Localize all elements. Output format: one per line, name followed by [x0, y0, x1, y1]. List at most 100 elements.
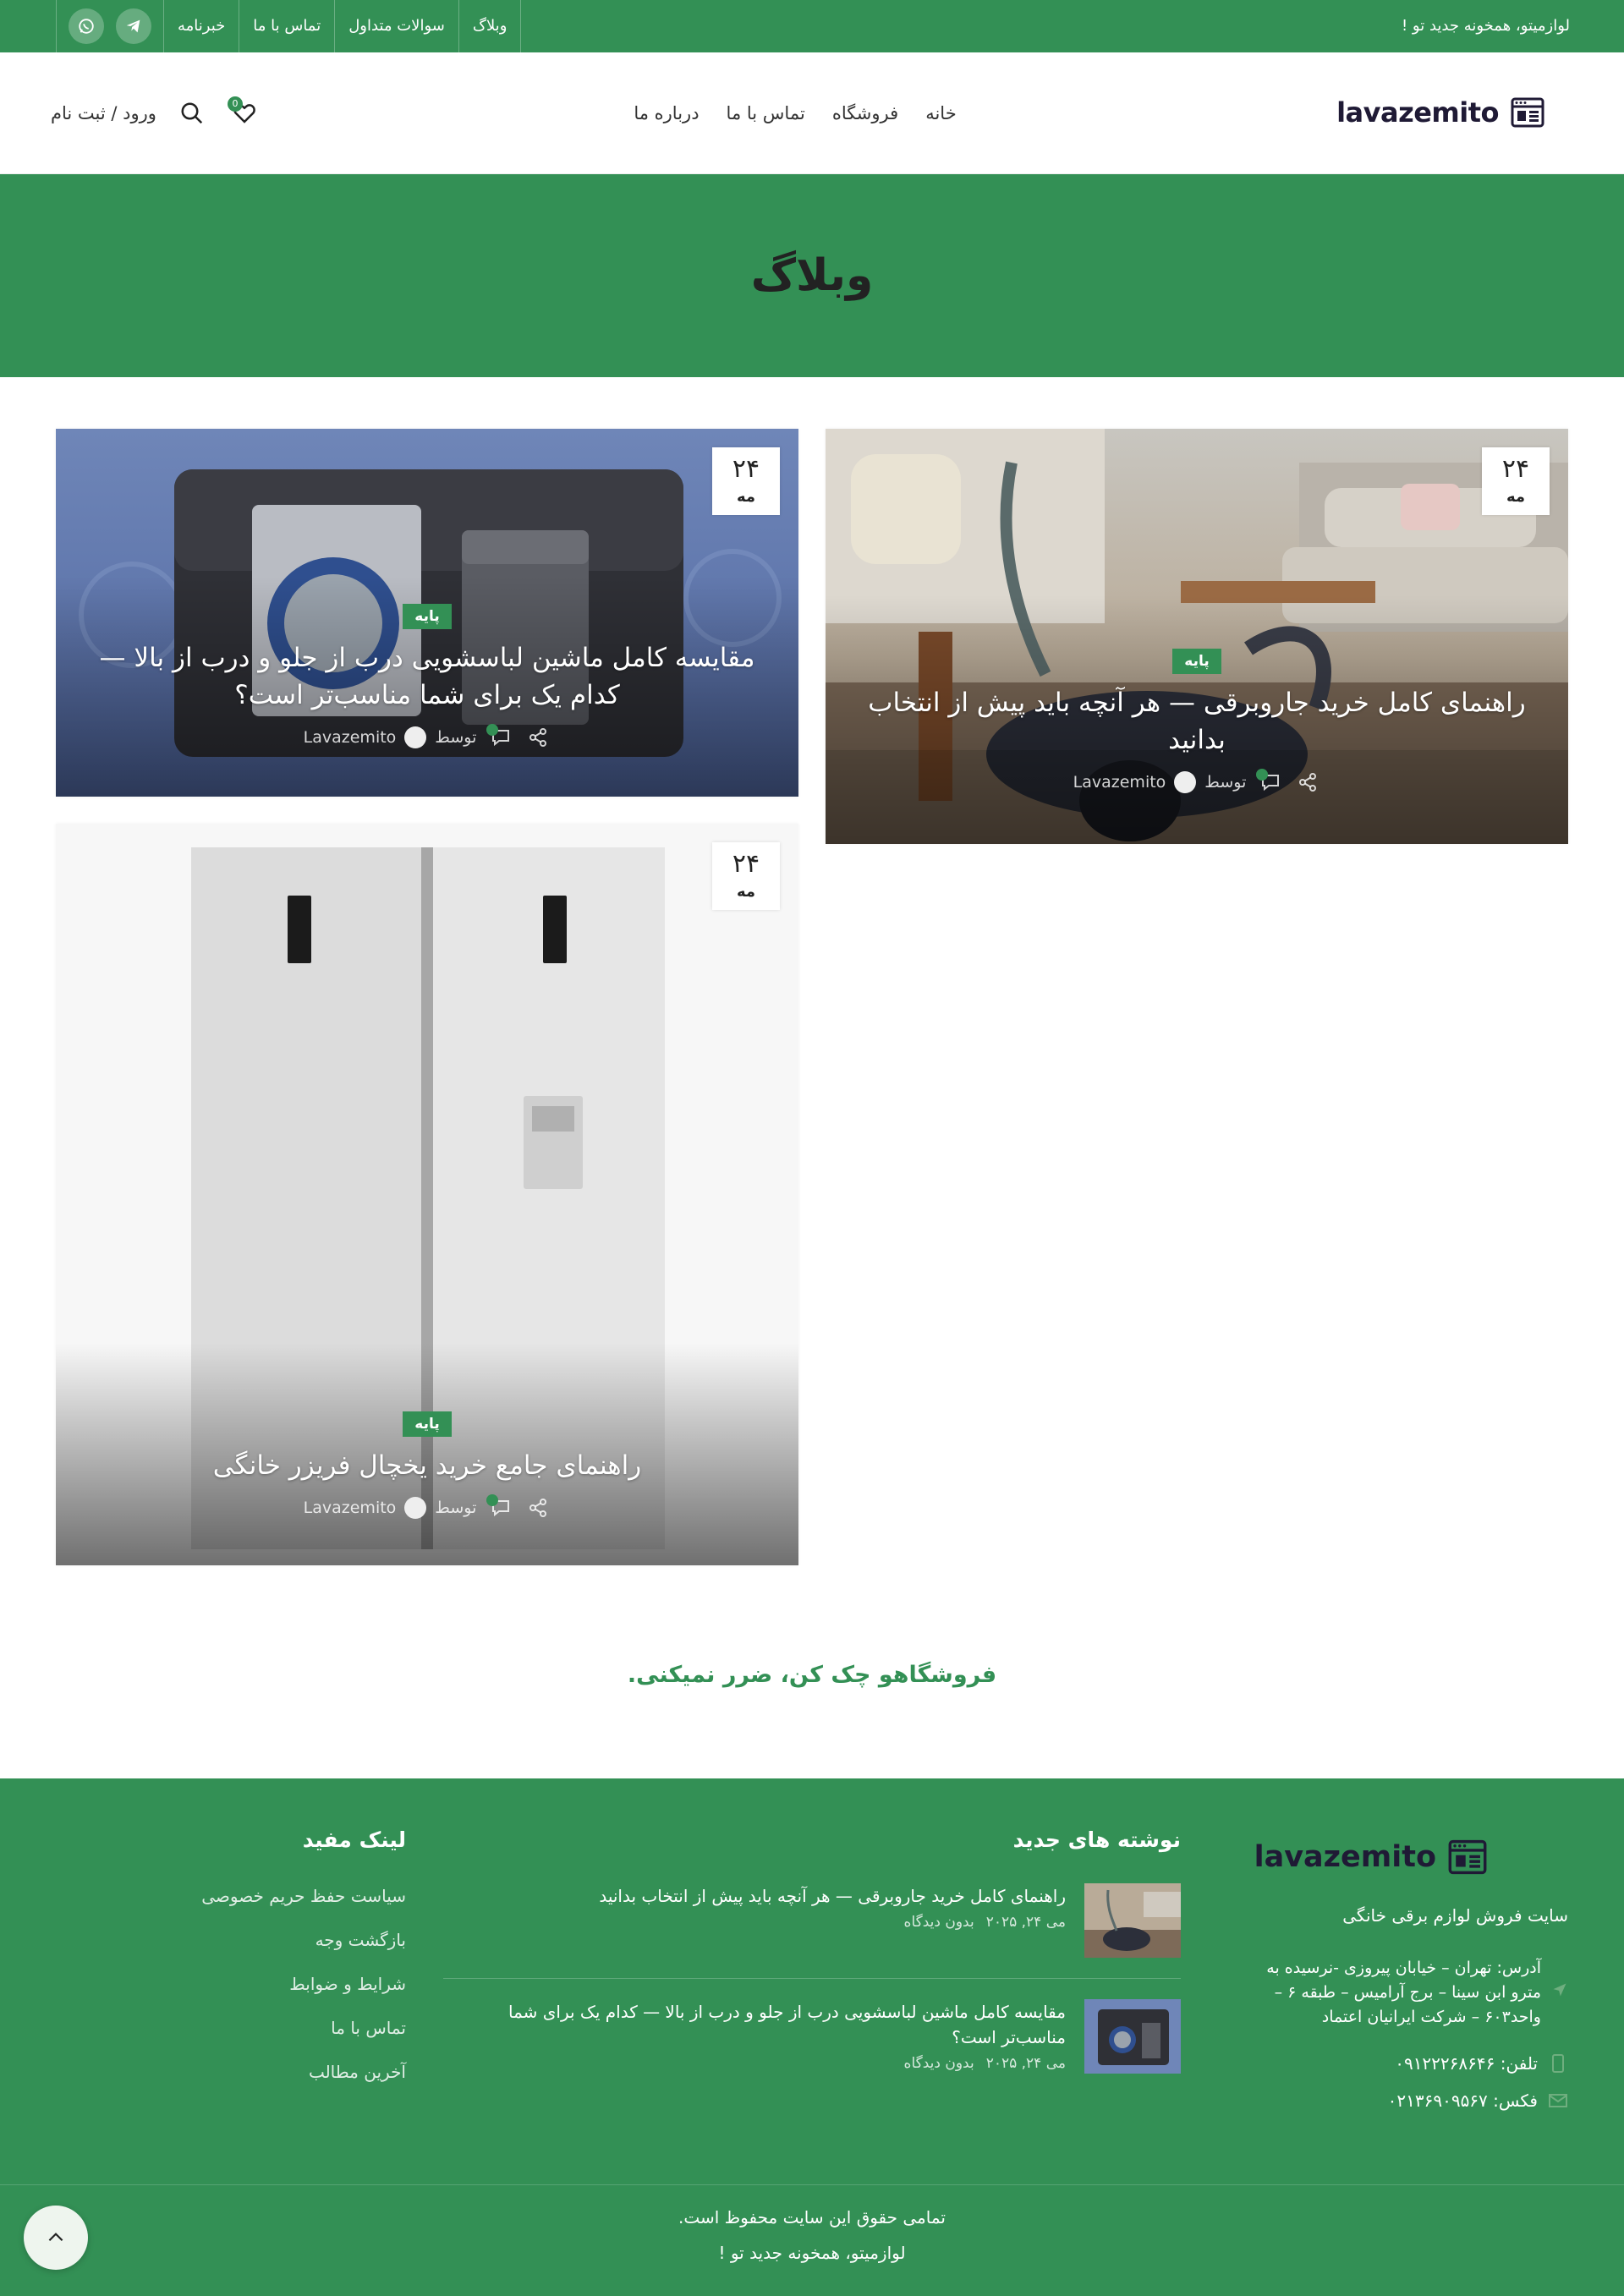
nav-home[interactable]: خانه — [925, 103, 956, 123]
recent-post-thumb[interactable] — [1084, 1883, 1181, 1958]
nav-shop[interactable]: فروشگاه — [832, 103, 898, 123]
nav-about[interactable]: درباره ما — [634, 103, 699, 123]
post-by-label: توسط — [435, 1499, 477, 1517]
toplink-newsletter[interactable]: خبرنامه — [163, 0, 239, 52]
post-by-label: توسط — [435, 728, 477, 747]
footer-link-contact[interactable]: تماس با ما — [169, 2006, 406, 2050]
recent-post-meta: می ۲۴, ۲۰۲۵ بدون دیدگاه — [443, 1914, 1066, 1931]
fax-icon — [1548, 2093, 1568, 2108]
post-info: پایه مقایسه کامل ماشین لباسشویی درب از ج… — [81, 604, 773, 749]
recent-post-comments: بدون دیدگاه — [903, 1914, 974, 1931]
post-date-day: ۲۴ — [732, 849, 760, 879]
post-card-washing-machine[interactable]: ۲۴ مه پایه مقایسه کامل ماشین لباسشویی در… — [56, 429, 798, 797]
comment-icon[interactable] — [486, 724, 513, 749]
footer-recent-posts: نوشته های جدید راهنمای کامل خرید جاروبرق… — [443, 1778, 1181, 2074]
comment-icon[interactable] — [1256, 769, 1283, 794]
post-title[interactable]: راهنمای جامع خرید یخچال فریزر خانگی — [81, 1447, 773, 1484]
page-title: وبلاگ — [750, 250, 874, 301]
phone-icon — [1548, 2054, 1568, 2073]
whatsapp-icon[interactable] — [69, 8, 104, 44]
post-date-day: ۲۴ — [1501, 454, 1530, 484]
post-author[interactable]: Lavazemito — [1073, 773, 1166, 792]
post-author[interactable]: Lavazemito — [304, 728, 397, 747]
top-bar: لوازمیتو، همخونه جدید تو ! خبرنامه تماس … — [0, 0, 1624, 52]
recent-post-comments: بدون دیدگاه — [903, 2055, 974, 2072]
footer-address-text: آدرس: تهران – خیابان پیروزی -نرسیده به م… — [1266, 1959, 1541, 2026]
footer-recent-title: نوشته های جدید — [1012, 1827, 1181, 1852]
post-date-month: مه — [736, 883, 756, 901]
footer-phone: تلفن: ۰۹۱۲۲۲۶۸۶۴۶ — [1395, 2053, 1568, 2074]
nav-contact[interactable]: تماس با ما — [727, 103, 805, 123]
post-date: ۲۴ مه — [1482, 447, 1550, 515]
post-date: ۲۴ مه — [712, 842, 780, 910]
promo-text: فروشگاهو چک کن، ضرر نمیکنی. — [627, 1662, 997, 1688]
footer-link-refund[interactable]: بازگشت وجه — [169, 1918, 406, 1962]
telegram-icon[interactable] — [116, 8, 151, 44]
top-tagline: لوازمیتو، همخونه جدید تو ! — [1401, 17, 1570, 35]
header-tools: ورود / ثبت نام 0 — [51, 95, 261, 132]
author-avatar — [1174, 771, 1197, 793]
post-meta: توسط Lavazemito — [81, 1494, 773, 1520]
recent-post-date: می ۲۴, ۲۰۲۵ — [985, 2055, 1066, 2072]
chevron-up-icon — [48, 2233, 63, 2242]
post-date-month: مه — [1506, 488, 1526, 506]
post-date: ۲۴ مه — [712, 447, 780, 515]
footer-logo-text: lavazemito — [1254, 1840, 1436, 1874]
recent-post-thumb[interactable] — [1084, 1999, 1181, 2074]
footer-phone-text[interactable]: تلفن: ۰۹۱۲۲۲۶۸۶۴۶ — [1395, 2053, 1538, 2074]
scroll-to-top-button[interactable] — [24, 2206, 88, 2270]
footer-link-privacy[interactable]: سیاست حفظ حریم خصوصی — [169, 1874, 406, 1918]
recent-post-meta: می ۲۴, ۲۰۲۵ بدون دیدگاه — [443, 2055, 1066, 2072]
footer-bottom-bar: تمامی حقوق این سایت محفوظ است. لوازمیتو،… — [0, 2184, 1624, 2296]
recent-post-title[interactable]: مقایسه کامل ماشین لباسشویی درب از جلو و … — [443, 1999, 1066, 2050]
post-category[interactable]: پایه — [403, 1411, 452, 1437]
top-links: خبرنامه تماس با ما سوالات متداول وبلاگ — [56, 0, 522, 52]
post-info: پایه راهنمای کامل خرید جاروبرقی — هر آنچ… — [851, 649, 1543, 794]
site-footer: lavazemito سایت فروش لوازم برقی خانگی آد… — [0, 1778, 1624, 2296]
post-title[interactable]: راهنمای کامل خرید جاروبرقی — هر آنچه بای… — [851, 684, 1543, 759]
footer-fax: فکس: ۰۲۱۳۶۹۰۹۵۶۷ — [1388, 2091, 1568, 2111]
page-title-band: وبلاگ — [0, 174, 1624, 377]
recent-post-item[interactable]: مقایسه کامل ماشین لباسشویی درب از جلو و … — [443, 1999, 1181, 2074]
comment-icon[interactable] — [486, 1494, 513, 1520]
author-avatar — [404, 726, 427, 748]
post-by-label: توسط — [1204, 773, 1247, 792]
location-icon — [1551, 1956, 1568, 2030]
footer-useful-links: لینک مفید سیاست حفظ حریم خصوصی بازگشت وج… — [169, 1778, 406, 2094]
recent-post-divider — [443, 1978, 1181, 1979]
social-icons — [56, 0, 163, 52]
author-avatar — [404, 1497, 427, 1519]
post-date-month: مه — [736, 488, 756, 506]
footer-fax-text[interactable]: فکس: ۰۲۱۳۶۹۰۹۵۶۷ — [1388, 2091, 1538, 2111]
post-category[interactable]: پایه — [403, 604, 452, 629]
post-author[interactable]: Lavazemito — [304, 1499, 397, 1517]
footer-slogan: لوازمیتو، همخونه جدید تو ! — [718, 2243, 906, 2263]
share-icon[interactable] — [525, 1496, 551, 1520]
copyright-text: تمامی حقوق این سایت محفوظ است. — [678, 2207, 946, 2228]
post-category[interactable]: پایه — [1172, 649, 1221, 674]
post-meta: توسط Lavazemito — [851, 769, 1543, 794]
footer-description: سایت فروش لوازم برقی خانگی — [1342, 1905, 1568, 1926]
toplink-contact[interactable]: تماس با ما — [239, 0, 334, 52]
recent-post-item[interactable]: راهنمای کامل خرید جاروبرقی — هر آنچه بای… — [443, 1883, 1181, 1958]
login-register-link[interactable]: ورود / ثبت نام — [51, 103, 156, 123]
footer-logo[interactable]: lavazemito — [1254, 1839, 1487, 1875]
footer-link-latest[interactable]: آخرین مطالب — [169, 2050, 406, 2094]
post-card-vacuum[interactable]: ۲۴ مه پایه راهنمای کامل خرید جاروبرقی — … — [826, 429, 1568, 844]
toplink-blog[interactable]: وبلاگ — [458, 0, 522, 52]
recent-post-title[interactable]: راهنمای کامل خرید جاروبرقی — هر آنچه بای… — [443, 1883, 1066, 1909]
post-info: پایه راهنمای جامع خرید یخچال فریزر خانگی… — [81, 1411, 773, 1520]
search-icon[interactable] — [175, 96, 209, 130]
wishlist-icon[interactable]: 0 — [227, 96, 261, 130]
footer-link-terms[interactable]: شرایط و ضوابط — [169, 1962, 406, 2006]
share-icon[interactable] — [525, 726, 551, 749]
footer-links-title: لینک مفید — [302, 1827, 406, 1852]
toplink-faq[interactable]: سوالات متداول — [334, 0, 458, 52]
post-title[interactable]: مقایسه کامل ماشین لباسشویی درب از جلو و … — [81, 639, 773, 714]
wishlist-count: 0 — [227, 96, 243, 112]
post-date-day: ۲۴ — [732, 454, 760, 484]
site-header: lavazemito خانه فروشگاه تماس با ما دربار… — [0, 52, 1624, 174]
post-card-refrigerator[interactable]: ۲۴ مه پایه راهنمای جامع خرید یخچال فریزر… — [56, 824, 798, 1565]
recent-post-date: می ۲۴, ۲۰۲۵ — [985, 1914, 1066, 1931]
share-icon[interactable] — [1295, 770, 1320, 794]
